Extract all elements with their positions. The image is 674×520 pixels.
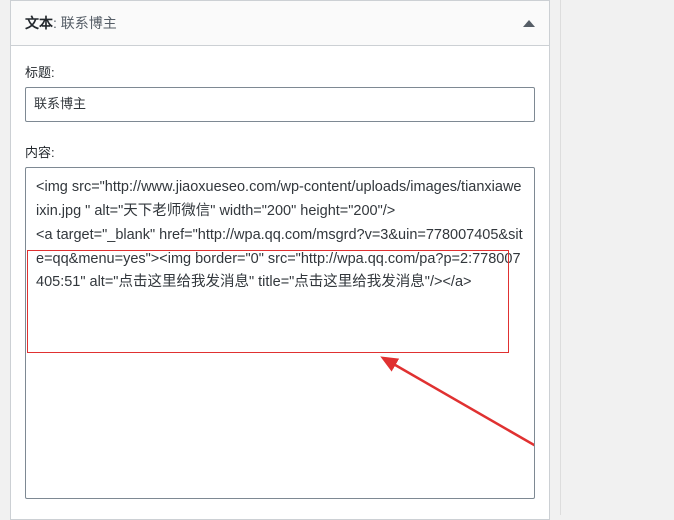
widget-title: 文本: 联系博主 — [25, 13, 117, 33]
content-field-group: 内容: <img src="http://www.jiaoxueseo.com/… — [25, 142, 535, 499]
widget-header[interactable]: 文本: 联系博主 — [11, 1, 549, 46]
title-field-group: 标题: — [25, 62, 535, 122]
content-label: 内容: — [25, 142, 535, 161]
widget-type-label: 文本 — [25, 15, 53, 31]
right-gutter — [560, 0, 674, 515]
title-input[interactable] — [25, 87, 535, 122]
content-textarea[interactable]: <img src="http://www.jiaoxueseo.com/wp-c… — [25, 167, 535, 499]
collapse-up-icon[interactable] — [523, 20, 535, 27]
title-label: 标题: — [25, 62, 535, 81]
widget-name-label: 联系博主 — [61, 15, 117, 31]
content-text: <img src="http://www.jiaoxueseo.com/wp-c… — [36, 176, 524, 296]
widget-body: 标题: 内容: <img src="http://www.jiaoxueseo.… — [11, 46, 549, 519]
text-widget-box: 文本: 联系博主 标题: 内容: <img src="http://www.ji… — [10, 0, 550, 520]
